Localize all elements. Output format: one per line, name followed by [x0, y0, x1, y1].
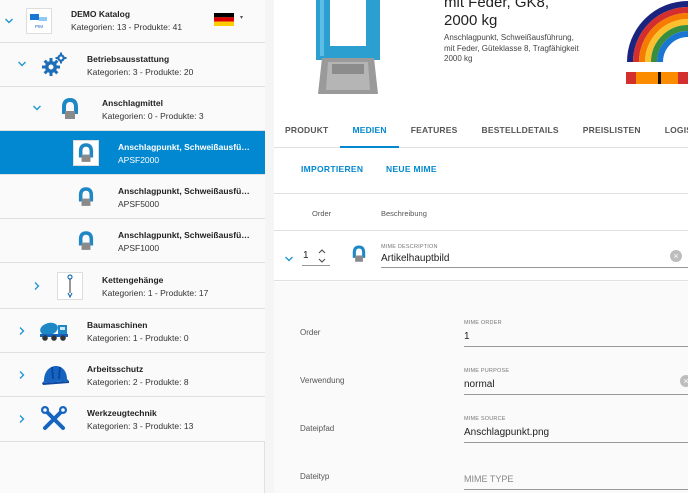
helmet-icon: [40, 363, 70, 387]
import-button[interactable]: IMPORTIEREN: [301, 164, 363, 174]
tree-node-title: Anschlagpunkt, Schweißausführung: [118, 230, 254, 240]
lifting-point-icon: [73, 140, 99, 166]
chevron-right-icon[interactable]: [17, 370, 27, 380]
tree-node-title: Betriebsausstattung: [87, 54, 170, 64]
mime-source-input[interactable]: Anschlagpunkt.png: [464, 427, 549, 438]
tree-node-arbeitsschutz[interactable]: Arbeitsschutz Kategorien: 2 - Produkte: …: [0, 353, 265, 397]
tree-node-subtitle: Kategorien: 2 - Produkte: 8: [87, 377, 189, 387]
tree-node-werkzeugtechnik[interactable]: Werkzeugtechnik Kategorien: 3 - Produkte…: [0, 397, 265, 442]
media-actions: IMPORTIEREN NEUE MIME: [274, 150, 688, 194]
tree-node-subtitle: Kategorien: 13 - Produkte: 41: [71, 22, 183, 32]
tree-node-subtitle: Kategorien: 3 - Produkte: 13: [87, 421, 194, 431]
tree-node-subtitle: Kategorien: 3 - Produkte: 20: [87, 67, 194, 77]
mime-order-input[interactable]: 1: [464, 331, 470, 342]
tree-node-baumaschinen[interactable]: Baumaschinen Kategorien: 1 - Produkte: 0: [0, 309, 265, 353]
mime-description-label: MIME DESCRIPTION: [381, 244, 438, 250]
tree-node-apsf1000[interactable]: Anschlagpunkt, Schweißausführung APSF100…: [0, 219, 265, 263]
tab-logistik[interactable]: LOGISTIK: [653, 112, 688, 148]
lifting-point-icon: [59, 96, 81, 122]
catalog-tree: PIM DEMO Katalog Kategorien: 13 - Produk…: [0, 0, 265, 493]
chain-icon: [57, 272, 83, 300]
chevron-right-icon[interactable]: [32, 281, 42, 291]
tools-icon: [40, 405, 68, 433]
tree-node-kettengehaenge[interactable]: Kettengehänge Kategorien: 1 - Produkte: …: [0, 263, 265, 309]
tab-features[interactable]: FEATURES: [399, 112, 470, 148]
column-header-order: Order: [312, 209, 332, 218]
field-underline: [464, 442, 688, 443]
clear-icon[interactable]: ×: [680, 375, 688, 387]
mime-order-label: MIME ORDER: [464, 320, 502, 326]
mixer-truck-icon: [38, 319, 70, 343]
product-title-line: 2000 kg: [444, 12, 498, 29]
column-header-description: Beschreibung: [381, 209, 427, 218]
product-detail-panel: mit Feder, GK8, 2000 kg Anschlagpunkt, S…: [274, 0, 688, 493]
tree-node-subtitle: APSF2000: [118, 155, 160, 165]
tree-node-subtitle: Kategorien: 1 - Produkte: 17: [102, 288, 209, 298]
tree-node-subtitle: Kategorien: 0 - Produkte: 3: [102, 111, 204, 121]
lifting-point-icon: [352, 244, 368, 268]
path-label: Dateipfad: [300, 424, 335, 433]
mime-type-input[interactable]: MIME TYPE: [464, 474, 513, 484]
tree-node-anschlagmittel[interactable]: Anschlagmittel Kategorien: 0 - Produkte:…: [0, 87, 265, 131]
chevron-right-icon[interactable]: [17, 326, 27, 336]
chevron-down-icon[interactable]: [32, 103, 42, 113]
tab-medien[interactable]: MEDIEN: [340, 112, 399, 148]
lifting-point-icon: [73, 184, 99, 210]
mime-source-label: MIME SOURCE: [464, 416, 506, 422]
tree-node-subtitle: Kategorien: 1 - Produkte: 0: [87, 333, 189, 343]
tree-node-title: Anschlagmittel: [102, 98, 163, 108]
mime-description-value[interactable]: Artikelhauptbild: [381, 253, 449, 264]
tree-node-title: Kettengehänge: [102, 275, 164, 285]
tree-node-root[interactable]: PIM DEMO Katalog Kategorien: 13 - Produk…: [0, 0, 265, 43]
purpose-label: Verwendung: [300, 376, 345, 385]
tree-node-title: Anschlagpunkt, Schweißausführung: [118, 186, 254, 196]
mime-purpose-label: MIME PURPOSE: [464, 368, 510, 374]
tree-node-title: DEMO Katalog: [71, 9, 131, 19]
quality-rainbow-badge: [626, 0, 688, 86]
tree-node-title: Anschlagpunkt, Schweißausführung: [118, 142, 254, 152]
chevron-down-icon[interactable]: [17, 59, 27, 69]
mime-row[interactable]: 1 MIME DESCRIPTION Artikelhauptbild ×: [274, 231, 688, 281]
chevron-right-icon[interactable]: [17, 414, 27, 424]
field-underline: [381, 267, 688, 268]
tree-node-betriebsausstattung[interactable]: Betriebsausstattung Kategorien: 3 - Prod…: [0, 43, 265, 87]
order-label: Order: [300, 328, 321, 337]
tree-node-title: Arbeitsschutz: [87, 364, 144, 374]
tree-node-subtitle: APSF5000: [118, 199, 160, 209]
tree-node-apsf5000[interactable]: Anschlagpunkt, Schweißausführung APSF500…: [0, 175, 265, 219]
tree-node-subtitle: APSF1000: [118, 243, 160, 253]
gears-icon: [41, 51, 69, 79]
product-description: Anschlagpunkt, Schweißausführung, mit Fe…: [444, 33, 579, 63]
catalog-logo: PIM: [26, 8, 52, 34]
order-stepper-icon[interactable]: [318, 246, 326, 266]
tree-node-apsf2000[interactable]: Anschlagpunkt, Schweißausführung APSF200…: [0, 131, 265, 175]
chevron-down-icon[interactable]: [284, 251, 294, 262]
order-value[interactable]: 1: [303, 250, 309, 261]
svg-text:PIM: PIM: [35, 24, 43, 29]
product-tabs: PRODUKT MEDIEN FEATURES BESTELLDETAILS P…: [274, 112, 688, 148]
new-mime-button[interactable]: NEUE MIME: [386, 164, 437, 174]
product-title: mit Feder, GK8, 2000 kg: [444, 0, 634, 30]
language-dropdown-icon[interactable]: ▾: [240, 14, 243, 21]
tab-preislisten[interactable]: PREISLISTEN: [571, 112, 653, 148]
field-underline: [464, 394, 688, 395]
order-underline: [302, 265, 330, 266]
type-label: Dateityp: [300, 472, 330, 481]
tree-node-title: Werkzeugtechnik: [87, 408, 157, 418]
product-title-line: mit Feder, GK8,: [444, 0, 550, 11]
field-underline: [464, 346, 688, 347]
mime-detail-panel: Order MIME ORDER 1 Verwendung MIME PURPO…: [274, 282, 688, 493]
tree-node-title: Baumaschinen: [87, 320, 148, 330]
product-image: [308, 0, 388, 96]
mime-purpose-input[interactable]: normal: [464, 379, 495, 390]
field-underline: [464, 489, 688, 490]
chevron-down-icon[interactable]: [4, 16, 14, 26]
lifting-point-icon: [73, 228, 99, 254]
german-flag-icon[interactable]: [214, 13, 234, 26]
clear-icon[interactable]: ×: [670, 250, 682, 262]
tab-produkt[interactable]: PRODUKT: [274, 112, 340, 148]
tab-bestelldetails[interactable]: BESTELLDETAILS: [469, 112, 570, 148]
